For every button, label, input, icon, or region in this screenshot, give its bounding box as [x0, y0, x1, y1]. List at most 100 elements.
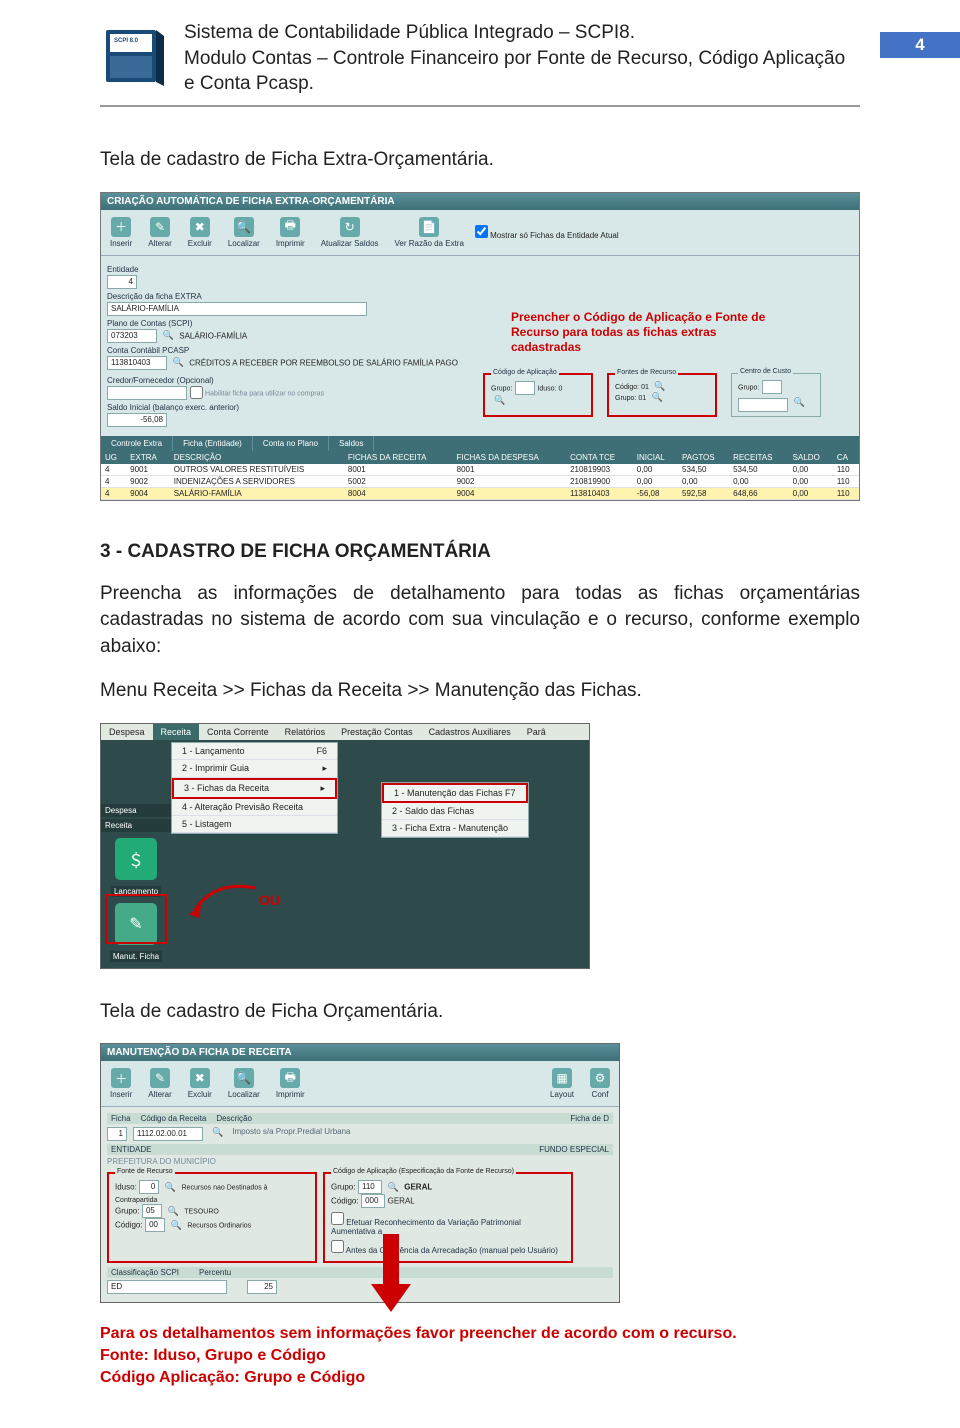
toolbar-btn-conf[interactable]: ⚙Conf — [585, 1065, 615, 1102]
toolbar-btn-ver-razão-da-extra[interactable]: 📄Ver Razão da Extra — [390, 214, 469, 251]
cell: 0,00 — [633, 464, 678, 476]
tab-ficha-entidade-[interactable]: Ficha (Entidade) — [173, 436, 253, 451]
menu-par-[interactable]: Parâ — [519, 724, 554, 740]
tab-saldos[interactable]: Saldos — [329, 436, 374, 451]
cell: 9002 — [453, 475, 566, 487]
input-descricao[interactable]: SALÁRIO-FAMÍLIA — [107, 302, 367, 316]
hdr-codigo: Código da Receita — [141, 1114, 207, 1123]
checkbox-mostrar[interactable]: Mostrar só Fichas da Entidade Atual — [475, 225, 619, 240]
toolbar-btn-imprimir[interactable]: 🖶Imprimir — [271, 214, 310, 251]
sidebar-icon-lancamento[interactable]: ＄ — [115, 838, 157, 880]
toolbar-btn-alterar[interactable]: ✎Alterar — [143, 1065, 177, 1102]
label-entidade: Entidade — [107, 265, 853, 274]
data-grid[interactable]: UGEXTRADESCRIÇÃOFICHAS DA RECEITAFICHAS … — [101, 451, 859, 500]
search-icon[interactable]: 🔍 — [385, 1182, 402, 1192]
toolbar-btn-label: Imprimir — [276, 1090, 305, 1099]
input-plano-code[interactable]: 073203 — [107, 329, 157, 343]
search-icon[interactable]: 🔍 — [162, 1182, 179, 1192]
menu-relat-rios[interactable]: Relatórios — [277, 724, 334, 740]
toolbar-btn-label: Imprimir — [276, 239, 305, 248]
search-icon[interactable]: 🔍 — [160, 330, 177, 340]
toolbar-btn-localizar[interactable]: 🔍Localizar — [223, 214, 265, 251]
checkbox-habilitar[interactable] — [190, 386, 203, 399]
search-icon[interactable]: 🔍 — [649, 392, 666, 402]
search-icon[interactable]: 🔍 — [170, 357, 187, 367]
field-grupo: Grupo: — [491, 385, 512, 392]
group-codigo-aplicacao: Código de Aplicação Grupo: Iduso: 0 🔍 — [483, 373, 593, 417]
hdr-entidade: ENTIDADE — [111, 1145, 151, 1154]
cell: 648,66 — [729, 487, 789, 499]
label-descricao: Descrição da ficha EXTRA — [107, 292, 853, 301]
svg-text:SCPI 8.0: SCPI 8.0 — [114, 38, 139, 44]
menubar[interactable]: DespesaReceitaConta CorrenteRelatóriosPr… — [101, 724, 589, 740]
menu-receita[interactable]: Receita — [153, 724, 200, 740]
toolbar-btn-localizar[interactable]: 🔍Localizar — [223, 1065, 265, 1102]
checkbox-efetuar[interactable] — [331, 1212, 344, 1225]
book-icon: SCPI 8.0 — [100, 20, 172, 92]
tab-conta-no-plano[interactable]: Conta no Plano — [253, 436, 329, 451]
submenu-receita[interactable]: 1 - LançamentoF62 - Imprimir Guia▸3 - Fi… — [171, 742, 338, 834]
input-grupo-codapp[interactable] — [515, 381, 535, 395]
menu-item[interactable]: 2 - Saldo das Fichas — [382, 803, 528, 820]
cell: 534,50 — [678, 464, 729, 476]
input-class[interactable]: ED — [107, 1280, 227, 1294]
menu-item[interactable]: 4 - Alteração Previsão Receita — [172, 799, 337, 816]
input-percent[interactable]: 25 — [247, 1280, 277, 1294]
tab-controle-extra[interactable]: Controle Extra — [101, 436, 173, 451]
input-ficha[interactable]: 1 — [107, 1127, 127, 1141]
lbl-iduso: Iduso: — [115, 1183, 137, 1192]
submenu-fichas[interactable]: 1 - Manutenção das Fichas F72 - Saldo da… — [381, 782, 529, 838]
menu-item[interactable]: 1 - LançamentoF6 — [172, 743, 337, 760]
input-iduso[interactable]: 0 — [139, 1180, 159, 1194]
search-icon[interactable]: 🔍 — [791, 397, 808, 407]
toolbar-btn-label: Layout — [550, 1090, 574, 1099]
sidebar-label-manut-ficha: Manut. Ficha — [110, 951, 162, 962]
input-grupo[interactable]: 110 — [358, 1180, 382, 1194]
input-codigo[interactable]: 00 — [145, 1218, 165, 1232]
input-centro-grupo[interactable] — [762, 380, 782, 394]
hdr-class-scpi: Classificação SCPI — [111, 1268, 179, 1277]
menu-item[interactable]: 3 - Fichas da Receita▸ — [172, 778, 337, 799]
menu-presta-o-contas[interactable]: Prestação Contas — [333, 724, 421, 740]
search-icon[interactable]: 🔍 — [651, 381, 668, 391]
menu-item[interactable]: 3 - Ficha Extra - Manutenção — [382, 820, 528, 837]
toolbar-btn-excluir[interactable]: ✖Excluir — [183, 1065, 217, 1102]
toolbar-btn-excluir[interactable]: ✖Excluir — [183, 214, 217, 251]
input-cod-receita[interactable]: 1112.02.00.01 — [133, 1127, 203, 1141]
toolbar-btn-inserir[interactable]: ＋Inserir — [105, 214, 137, 251]
cell: 110 — [833, 475, 859, 487]
table-row[interactable]: 49001OUTROS VALORES RESTITUÍVEIS80018001… — [101, 464, 859, 476]
toolbar-btn-imprimir[interactable]: 🖶Imprimir — [271, 1065, 310, 1102]
section3-title: 3 - CADASTRO DE FICHA ORÇAMENTÁRIA — [100, 541, 860, 563]
input-conta-code[interactable]: 113810403 — [107, 356, 167, 370]
search-icon[interactable]: 🔍 — [165, 1206, 182, 1216]
search-icon[interactable]: 🔍 — [491, 395, 508, 405]
menu-conta-corrente[interactable]: Conta Corrente — [199, 724, 277, 740]
search-icon[interactable]: 🔍 — [209, 1127, 226, 1141]
toolbar: ＋Inserir✎Alterar✖Excluir🔍Localizar🖶Impri… — [101, 1061, 619, 1107]
side-label-despesa[interactable]: Despesa — [101, 804, 171, 817]
checkbox-antes[interactable] — [331, 1240, 344, 1253]
menu-despesa[interactable]: Despesa — [101, 724, 153, 740]
input-centro[interactable] — [738, 398, 788, 412]
menu-item[interactable]: 1 - Manutenção das Fichas F7 — [382, 783, 528, 803]
input-entidade[interactable]: 4 — [107, 275, 137, 289]
menu-item[interactable]: 5 - Listagem — [172, 816, 337, 833]
toolbar-btn-inserir[interactable]: ＋Inserir — [105, 1065, 137, 1102]
input-codigo[interactable]: 000 — [361, 1194, 385, 1208]
menu-item[interactable]: 2 - Imprimir Guia▸ — [172, 760, 337, 778]
menu-cadastros-auxiliares[interactable]: Cadastros Auxiliares — [421, 724, 519, 740]
table-row[interactable]: 49004SALÁRIO-FAMÍLIA80049004113810403-56… — [101, 487, 859, 499]
input-credor[interactable] — [107, 386, 187, 400]
input-saldo[interactable]: -56,08 — [107, 413, 167, 427]
toolbar-btn-layout[interactable]: ▦ Layout — [545, 1065, 579, 1102]
search-icon[interactable]: 🔍 — [168, 1220, 185, 1230]
section3-menupath: Menu Receita >> Fichas da Receita >> Man… — [100, 678, 860, 705]
toolbar-btn-label: Alterar — [148, 1090, 172, 1099]
table-row[interactable]: 49002INDENIZAÇÕES A SERVIDORES5002900221… — [101, 475, 859, 487]
toolbar-icon: ▦ — [552, 1068, 572, 1088]
side-label-receita[interactable]: Receita — [101, 819, 171, 832]
toolbar-btn-alterar[interactable]: ✎Alterar — [143, 214, 177, 251]
toolbar-btn-atualizar-saldos[interactable]: ↻Atualizar Saldos — [316, 214, 384, 251]
input-grupo[interactable]: 05 — [142, 1204, 162, 1218]
